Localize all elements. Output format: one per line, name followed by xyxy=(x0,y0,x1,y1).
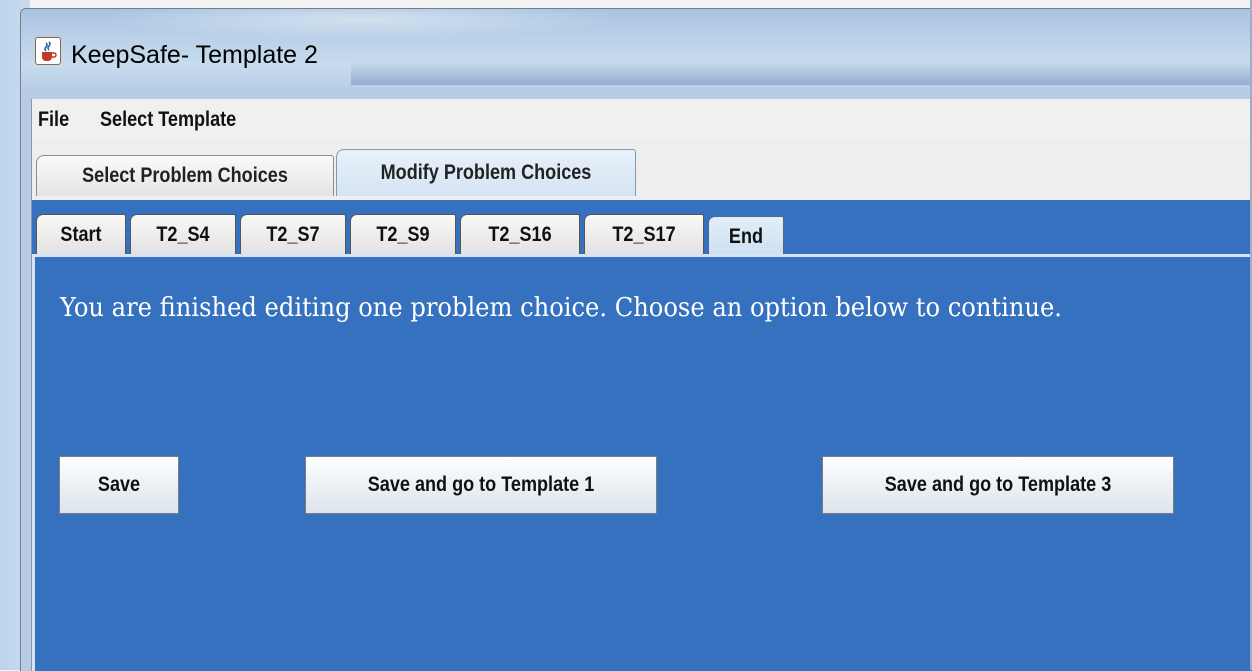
tab-modify-problem-choices[interactable]: Modify Problem Choices xyxy=(336,149,636,196)
panel-left-border xyxy=(32,257,35,671)
tab-label: T2_S17 xyxy=(612,223,676,246)
tab-select-problem-choices[interactable]: Select Problem Choices xyxy=(36,155,334,196)
tab-t2-s16[interactable]: T2_S16 xyxy=(460,214,580,255)
save-button[interactable]: Save xyxy=(59,456,179,514)
end-panel: Start T2_S4 T2_S7 T2_S9 T2_S16 T2_S17 En… xyxy=(32,200,1252,671)
tab-end[interactable]: End xyxy=(708,216,784,257)
button-label: Save and go to Template 1 xyxy=(367,473,595,496)
save-go-template1-button[interactable]: Save and go to Template 1 xyxy=(305,456,657,514)
java-cup-icon[interactable] xyxy=(35,37,61,65)
tab-label: T2_S16 xyxy=(488,223,552,246)
client-area: File Select Template Select Problem Choi… xyxy=(31,99,1252,671)
outer-tab-bar: Select Problem Choices Modify Problem Ch… xyxy=(32,139,1252,240)
tab-label: T2_S9 xyxy=(376,223,430,246)
button-label: Save xyxy=(97,473,141,496)
tab-label: T2_S4 xyxy=(156,223,210,246)
app-window: KeepSafe- Template 2 File Select Templat… xyxy=(20,8,1252,671)
tab-label: Select Problem Choices xyxy=(82,164,288,187)
finished-message: You are finished editing one problem cho… xyxy=(60,293,1063,323)
menu-bar: File Select Template xyxy=(32,99,1252,140)
save-go-template3-button[interactable]: Save and go to Template 3 xyxy=(822,456,1174,514)
window-title: KeepSafe- Template 2 xyxy=(71,41,318,69)
menu-select-template[interactable]: Select Template xyxy=(100,108,236,132)
tab-t2-s4[interactable]: T2_S4 xyxy=(130,214,236,255)
inner-tab-underline xyxy=(32,254,1252,257)
tab-t2-s17[interactable]: T2_S17 xyxy=(584,214,704,255)
menu-file[interactable]: File xyxy=(38,108,69,132)
title-stripe xyxy=(351,61,1252,85)
inner-tab-bar: Start T2_S4 T2_S7 T2_S9 T2_S16 T2_S17 En… xyxy=(32,200,1252,262)
title-bar[interactable]: KeepSafe- Template 2 xyxy=(21,9,1252,89)
tab-label: End xyxy=(728,225,764,248)
tab-t2-s9[interactable]: T2_S9 xyxy=(350,214,456,255)
title-glare xyxy=(101,9,621,39)
tab-label: T2_S7 xyxy=(266,223,320,246)
tab-label: Start xyxy=(60,223,102,246)
tab-start[interactable]: Start xyxy=(36,214,126,255)
tab-label: Modify Problem Choices xyxy=(380,161,592,184)
button-label: Save and go to Template 3 xyxy=(884,473,1112,496)
tab-t2-s7[interactable]: T2_S7 xyxy=(240,214,346,255)
